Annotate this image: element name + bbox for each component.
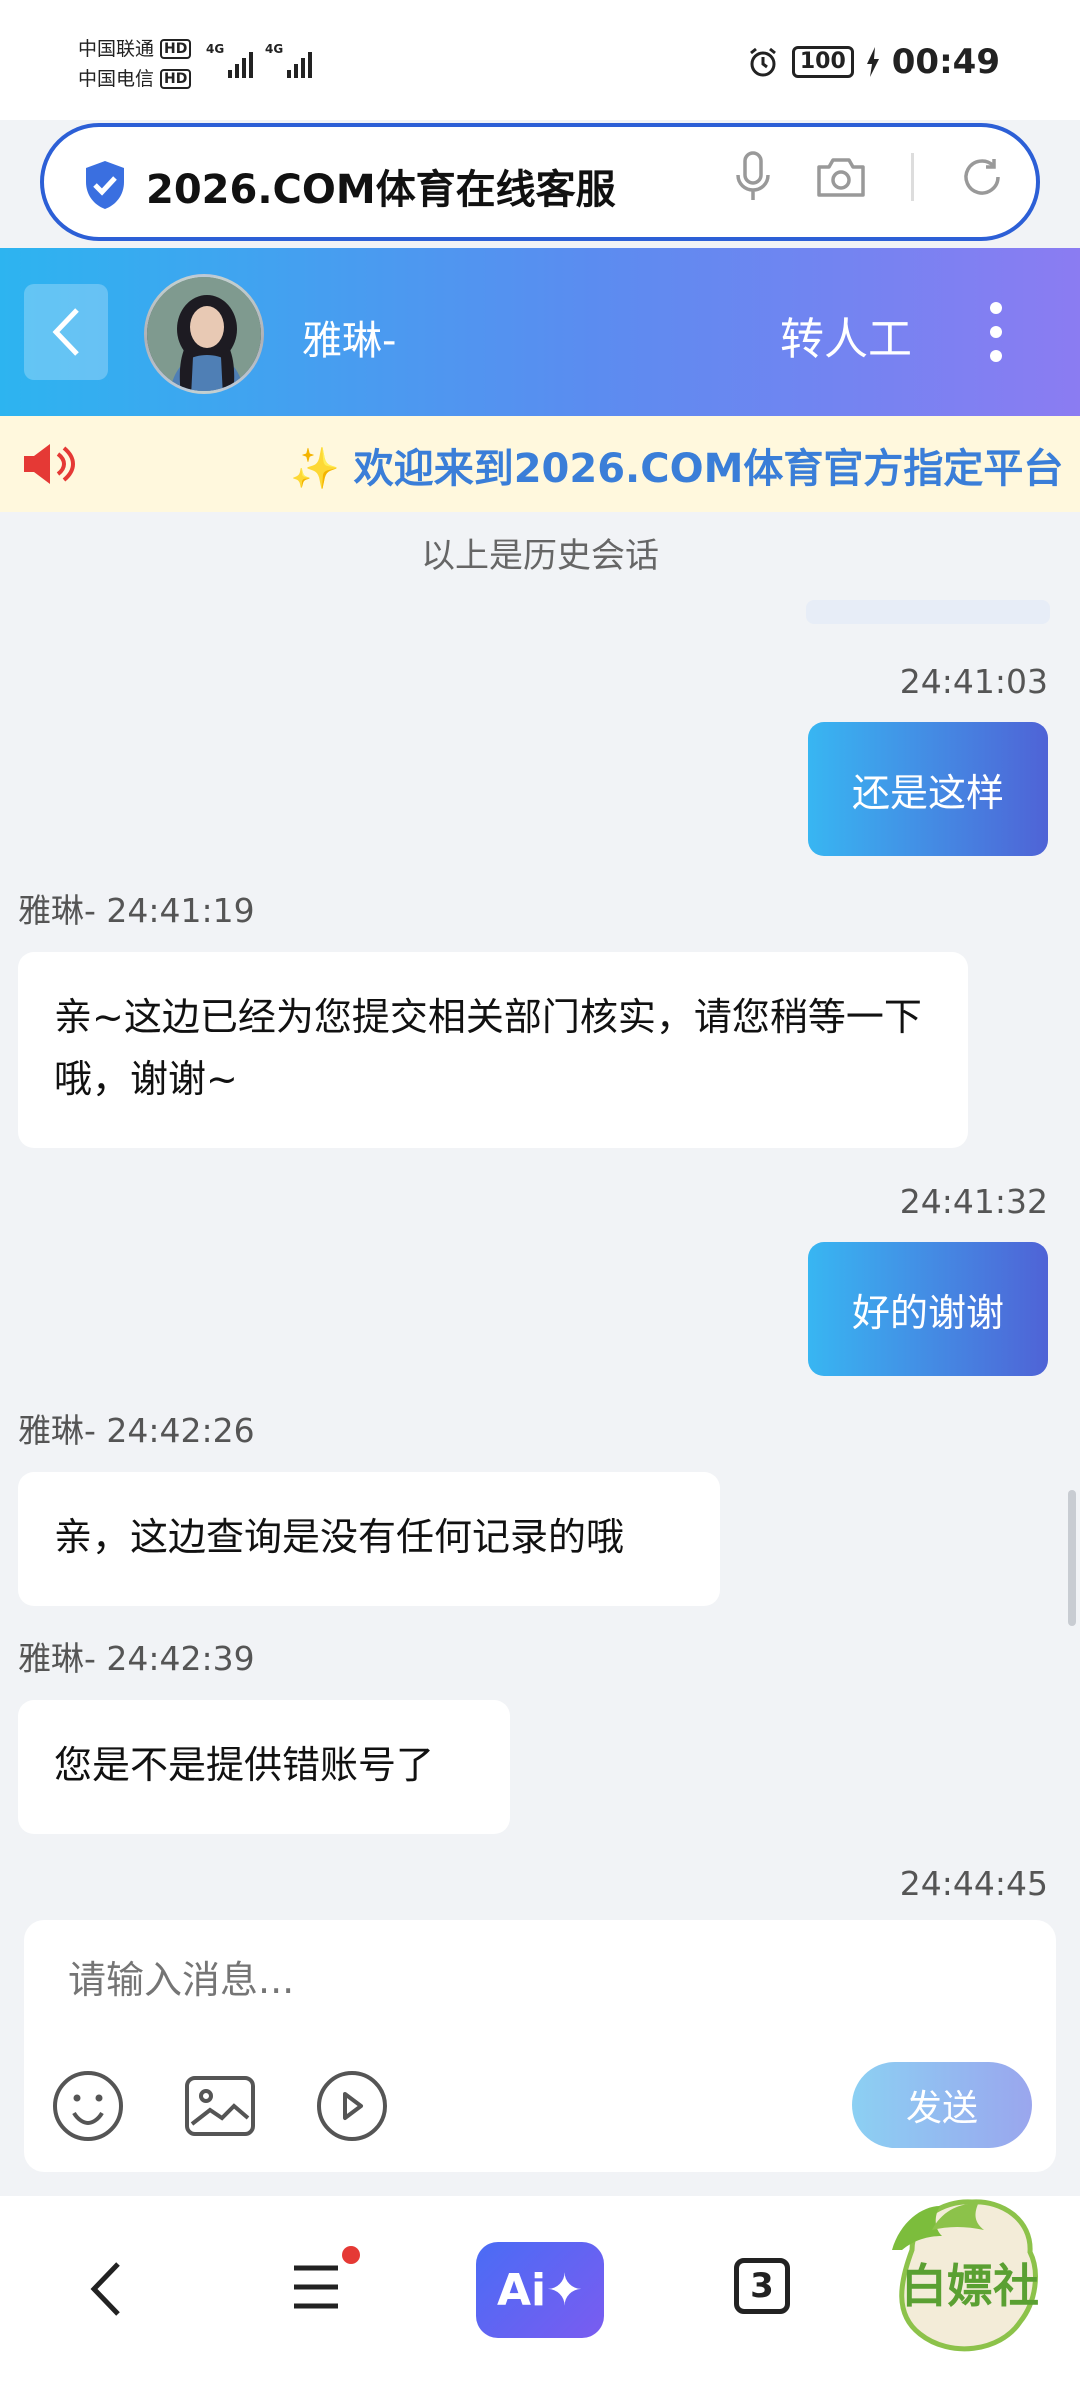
notification-dot bbox=[342, 2246, 360, 2264]
carrier-info: 中国联通 HD 中国电信 HD bbox=[78, 34, 192, 94]
message-input[interactable] bbox=[24, 1920, 1056, 2040]
svg-text:白嫖社: 白嫖社 bbox=[901, 2259, 1039, 2313]
microphone-icon[interactable] bbox=[735, 151, 771, 203]
video-icon[interactable] bbox=[314, 2068, 390, 2144]
watermark-logo: 白嫖社 bbox=[872, 2190, 1068, 2370]
chevron-left-icon bbox=[52, 308, 79, 356]
agent-name: 雅琳- bbox=[302, 318, 397, 364]
history-label: 以上是历史会话 bbox=[421, 536, 659, 576]
send-button[interactable]: 发送 bbox=[852, 2062, 1032, 2148]
carrier-1: 中国联通 bbox=[78, 38, 155, 60]
hd-badge: HD bbox=[160, 39, 192, 59]
notice-bar: ✨ 欢迎来到2026.COM体育官方指定平台 ✨ bbox=[0, 416, 1080, 512]
notice-text: ✨ 欢迎来到2026.COM体育官方指定平台 ✨ bbox=[290, 446, 1080, 492]
signal-icons: 4G 4G bbox=[206, 42, 312, 78]
signal-icon: 4G bbox=[206, 42, 253, 78]
clock: 00:49 bbox=[891, 42, 1000, 82]
back-icon[interactable] bbox=[84, 2258, 128, 2320]
agent-message: 亲，这边查询是没有任何记录的哦 bbox=[18, 1472, 720, 1606]
charging-icon bbox=[866, 47, 879, 77]
status-bar: 中国联通 HD 中国电信 HD 4G 4G 100 00:49 bbox=[0, 0, 1080, 120]
url-text[interactable]: 2026.COM体育在线客服 bbox=[146, 157, 616, 215]
message-time: 24:41:32 bbox=[899, 1182, 1048, 1221]
agent-message: 您是不是提供错账号了 bbox=[18, 1700, 510, 1834]
emoji-icon[interactable] bbox=[50, 2068, 126, 2144]
divider bbox=[911, 153, 914, 201]
signal-icon: 4G bbox=[265, 42, 312, 78]
input-panel: 发送 bbox=[24, 1920, 1056, 2172]
camera-icon[interactable] bbox=[815, 155, 867, 199]
back-button[interactable] bbox=[24, 284, 108, 380]
user-message: 还是这样 bbox=[808, 722, 1048, 856]
chat-header: 雅琳- 转人工 bbox=[0, 248, 1080, 416]
scrollbar[interactable] bbox=[1068, 1490, 1076, 1626]
agent-message: 亲~这边已经为您提交相关部门核实，请您稍等一下哦，谢谢~ bbox=[18, 952, 968, 1148]
agent-message-header: 雅琳- 24:42:39 bbox=[18, 1639, 255, 1678]
tabs-button[interactable]: 3 bbox=[734, 2258, 790, 2314]
carrier-2: 中国电信 bbox=[78, 68, 155, 90]
agent-message-header: 雅琳- 24:41:19 bbox=[18, 891, 255, 930]
image-icon[interactable] bbox=[182, 2068, 258, 2144]
battery-indicator: 100 bbox=[791, 46, 854, 78]
agent-portrait bbox=[147, 277, 261, 391]
menu-icon[interactable] bbox=[290, 2262, 342, 2312]
message-list[interactable]: 以上是历史会话 24:41:03 还是这样 雅琳- 24:41:19 亲~这边已… bbox=[0, 512, 1080, 1896]
message-time: 24:44:45 bbox=[899, 1864, 1048, 1896]
message-placeholder bbox=[806, 600, 1050, 624]
ai-assistant-button[interactable]: Ai✦ bbox=[476, 2242, 604, 2338]
message-time: 24:41:03 bbox=[899, 662, 1048, 701]
shield-icon bbox=[86, 161, 124, 209]
hd-badge: HD bbox=[160, 69, 192, 89]
avatar[interactable] bbox=[144, 274, 264, 394]
more-menu-button[interactable] bbox=[986, 302, 1006, 362]
refresh-icon[interactable] bbox=[958, 153, 1006, 201]
speaker-icon bbox=[24, 444, 76, 484]
transfer-to-human-button[interactable]: 转人工 bbox=[780, 303, 912, 367]
agent-message-header: 雅琳- 24:42:26 bbox=[18, 1411, 255, 1450]
user-message: 好的谢谢 bbox=[808, 1242, 1048, 1376]
address-bar[interactable]: 2026.COM体育在线客服 bbox=[40, 123, 1040, 241]
alarm-icon bbox=[749, 47, 776, 77]
